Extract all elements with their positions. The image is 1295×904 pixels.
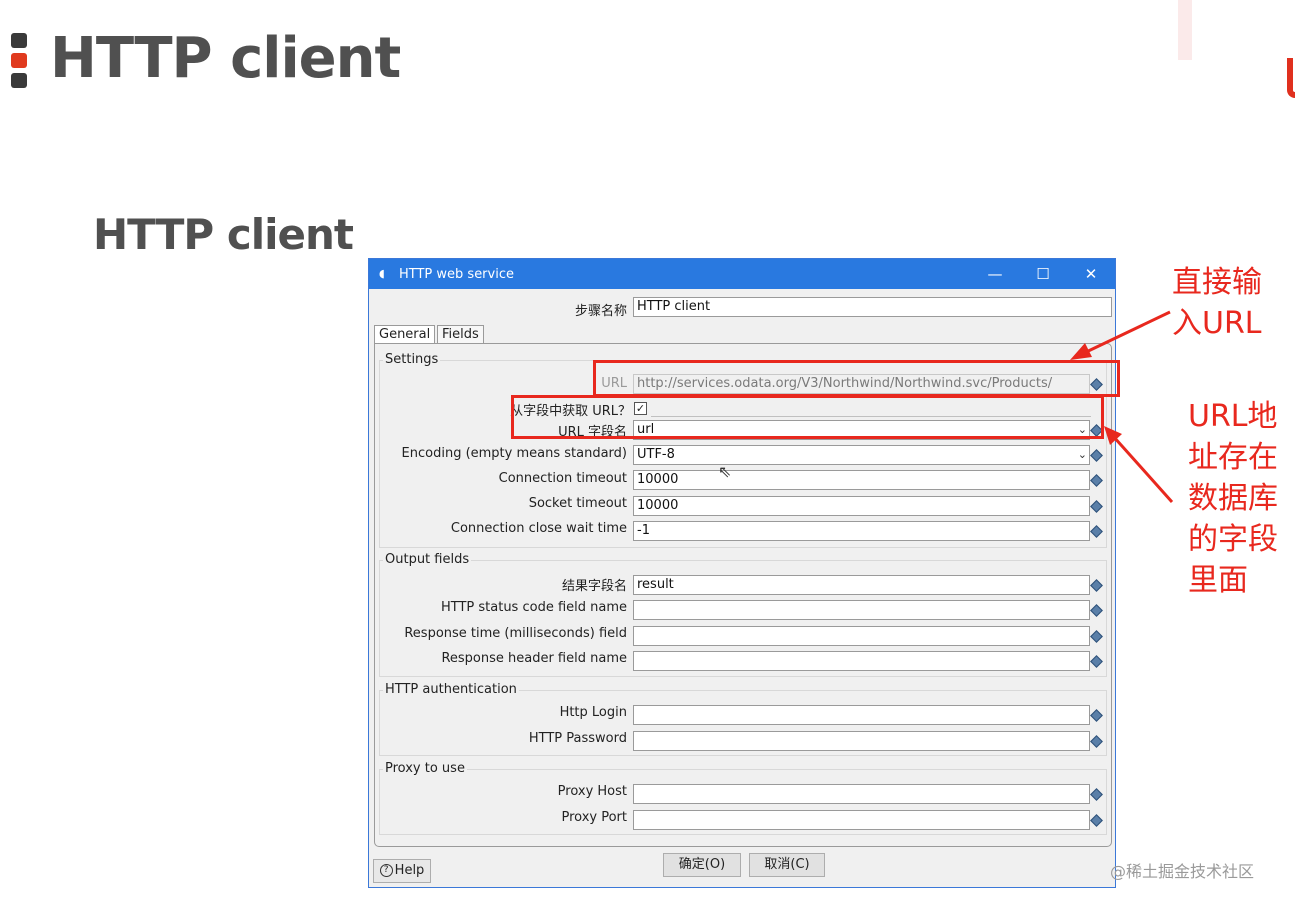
annotation-field-url: URL地 址存在 数据库 的字段 里面 xyxy=(1188,396,1278,601)
dialog-titlebar: ◖ HTTP web service — ☐ ✕ xyxy=(369,259,1115,289)
annotation-line: 的字段 xyxy=(1188,522,1278,557)
dialog-title: HTTP web service xyxy=(399,266,514,282)
slide-title: HTTP client xyxy=(50,26,401,91)
status-code-input[interactable] xyxy=(633,600,1090,620)
annotation-direct-url: 直接输 入URL xyxy=(1172,262,1262,344)
annotation-line: 数据库 xyxy=(1188,481,1278,516)
help-button-label: Help xyxy=(394,863,425,878)
step-name-input[interactable]: HTTP client xyxy=(633,297,1112,317)
annotation-line: 里面 xyxy=(1188,563,1248,598)
tab-fields[interactable]: Fields xyxy=(437,325,484,343)
proxy-port-label: Proxy Port xyxy=(561,810,627,825)
encoding-value: UTF-8 xyxy=(637,447,675,462)
password-label: HTTP Password xyxy=(528,731,627,746)
annotation-line: 直接输 xyxy=(1172,265,1262,300)
proxy-port-input[interactable] xyxy=(633,810,1090,830)
response-time-label: Response time (milliseconds) field xyxy=(404,626,627,641)
step-name-label: 步骤名称 xyxy=(574,304,627,319)
ok-button[interactable]: 确定(O) xyxy=(663,853,741,877)
response-header-label: Response header field name xyxy=(441,651,627,666)
cancel-button[interactable]: 取消(C) xyxy=(749,853,825,877)
login-input[interactable] xyxy=(633,705,1090,725)
response-time-input[interactable] xyxy=(633,626,1090,646)
corner-red-decoration xyxy=(1287,58,1295,98)
close-wait-label: Connection close wait time xyxy=(450,521,627,536)
response-header-input[interactable] xyxy=(633,651,1090,671)
watermark: @稀土掘金技术社区 xyxy=(1110,862,1255,881)
login-label: Http Login xyxy=(559,705,627,720)
status-code-label: HTTP status code field name xyxy=(440,600,627,615)
socket-timeout-input[interactable]: 10000 xyxy=(633,496,1090,516)
mouse-cursor-icon: ⇖ xyxy=(718,462,732,481)
result-field-input[interactable]: result xyxy=(633,575,1090,595)
app-icon: ◖ xyxy=(379,267,385,280)
auth-group-title: HTTP authentication xyxy=(383,682,519,697)
settings-group-title: Settings xyxy=(383,352,441,367)
corner-decoration xyxy=(1178,0,1192,60)
slide-subtitle: HTTP client xyxy=(93,210,354,259)
chevron-down-icon: ⌄ xyxy=(1077,448,1087,461)
proxy-group-title: Proxy to use xyxy=(383,761,467,776)
annotation-line: URL地 xyxy=(1188,399,1278,434)
encoding-select[interactable]: UTF-8 ⌄ xyxy=(633,445,1090,465)
socket-timeout-label: Socket timeout xyxy=(528,496,627,511)
encoding-label: Encoding (empty means standard) xyxy=(401,446,627,461)
slide-logo xyxy=(11,33,27,93)
minimize-icon[interactable]: — xyxy=(971,265,1019,283)
annotation-line: 入URL xyxy=(1172,306,1262,341)
close-wait-input[interactable]: -1 xyxy=(633,521,1090,541)
connection-timeout-label: Connection timeout xyxy=(498,471,627,486)
proxy-host-label: Proxy Host xyxy=(557,784,627,799)
annotation-line: 址存在 xyxy=(1188,440,1278,475)
help-icon: ? xyxy=(379,864,393,877)
http-web-service-dialog: ◖ HTTP web service — ☐ ✕ 步骤名称 HTTP clien… xyxy=(368,258,1116,888)
password-input[interactable] xyxy=(633,731,1090,751)
tab-general[interactable]: General xyxy=(374,325,436,343)
field-url-highlight-box xyxy=(511,395,1104,439)
maximize-icon[interactable]: ☐ xyxy=(1019,265,1067,283)
connection-timeout-input[interactable]: 10000 xyxy=(633,470,1090,490)
output-group-title: Output fields xyxy=(383,552,472,567)
close-icon[interactable]: ✕ xyxy=(1067,265,1115,283)
proxy-host-input[interactable] xyxy=(633,784,1090,804)
result-field-label: 结果字段名 xyxy=(561,579,627,594)
help-button[interactable]: ? Help xyxy=(373,859,431,883)
url-highlight-box xyxy=(593,360,1120,397)
